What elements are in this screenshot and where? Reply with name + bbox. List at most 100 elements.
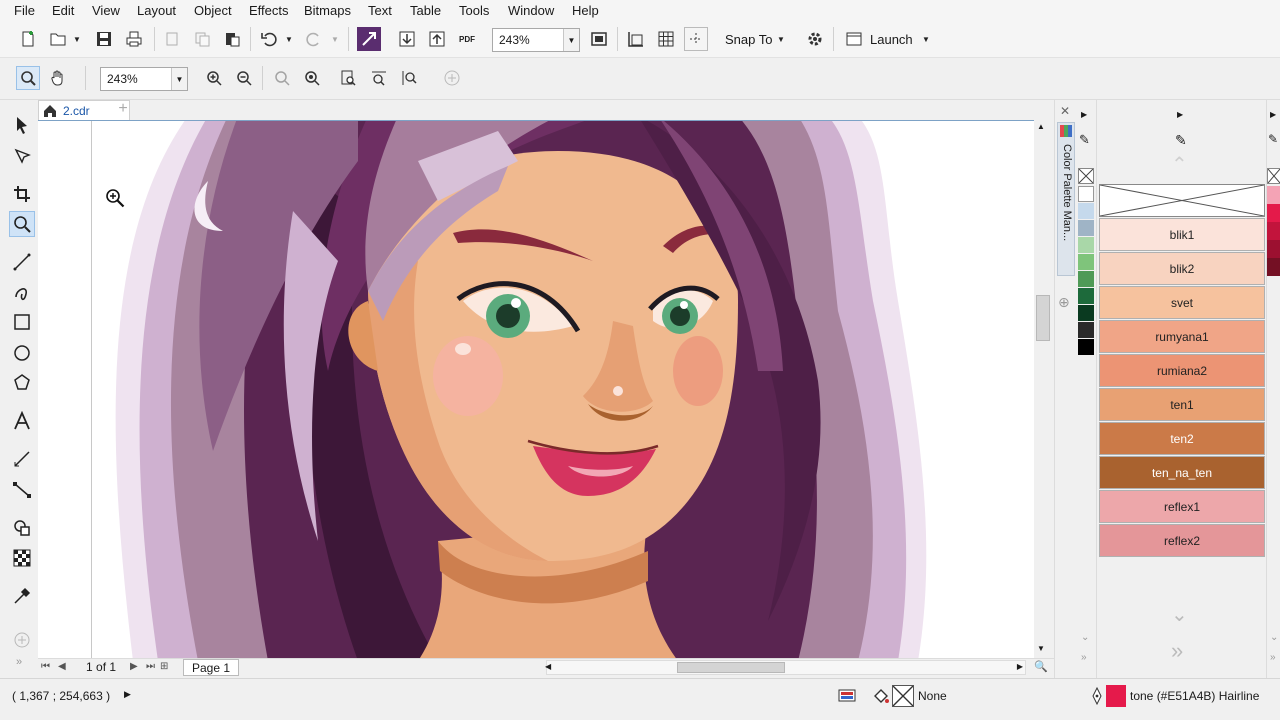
- strip-eyedropper-icon[interactable]: ✎: [1268, 132, 1278, 146]
- zoom-to-selected-button[interactable]: [270, 66, 294, 90]
- next-page-icon[interactable]: ▶: [130, 661, 138, 672]
- snap-to-dropdown-caret[interactable]: ▼: [776, 27, 786, 51]
- eyedropper-tool[interactable]: [9, 583, 35, 609]
- first-page-icon[interactable]: ⏮: [41, 661, 50, 672]
- launch-button[interactable]: Launch: [870, 32, 913, 47]
- scroll-down-arrow-icon[interactable]: ▼: [1037, 644, 1045, 653]
- ellipse-tool[interactable]: [9, 340, 35, 366]
- snap-to-button[interactable]: Snap To: [725, 32, 772, 47]
- rectangle-tool[interactable]: [9, 309, 35, 335]
- palette-scroll-down-icon[interactable]: ⌄: [1081, 632, 1089, 643]
- open-dropdown-caret[interactable]: ▼: [72, 27, 82, 51]
- palette-swatch[interactable]: ten2: [1099, 422, 1265, 455]
- zoom-tool[interactable]: [9, 211, 35, 237]
- menu-window[interactable]: Window: [508, 3, 554, 18]
- menu-help[interactable]: Help: [572, 3, 599, 18]
- freehand-tool[interactable]: [9, 249, 35, 275]
- mini-palette-swatch[interactable]: [1078, 305, 1094, 321]
- panel-scroll-up-icon[interactable]: ⌃: [1171, 155, 1188, 175]
- mini-palette-swatch[interactable]: [1078, 322, 1094, 338]
- scroll-right-arrow-icon[interactable]: ▶: [1017, 662, 1023, 671]
- zoom-levels-dropdown-caret[interactable]: ▼: [171, 68, 187, 90]
- palette-scroll-right-icon[interactable]: ▶: [1081, 110, 1087, 119]
- pick-tool[interactable]: [9, 112, 35, 138]
- vertical-scrollbar[interactable]: ▲ ▼: [1034, 120, 1052, 658]
- strip-swatch[interactable]: [1267, 186, 1280, 204]
- mini-palette-swatch[interactable]: [1078, 186, 1094, 202]
- previous-page-icon[interactable]: ◀: [58, 661, 66, 672]
- shape-tool[interactable]: [9, 143, 35, 169]
- navigator-zoom-icon[interactable]: 🔍: [1034, 660, 1050, 676]
- palette-expand-icon[interactable]: »: [1081, 652, 1087, 663]
- color-palette-manager-tab[interactable]: Color Palette Man...: [1057, 122, 1075, 276]
- drawing-canvas[interactable]: [38, 120, 1034, 658]
- palette-swatch[interactable]: ten_na_ten: [1099, 456, 1265, 489]
- pan-tool-button[interactable]: [46, 66, 70, 90]
- add-docker-plus-icon[interactable]: ⊕: [1058, 294, 1070, 311]
- palette-swatch[interactable]: reflex2: [1099, 524, 1265, 557]
- strip-swatch[interactable]: [1267, 222, 1280, 240]
- palette-swatch[interactable]: ten1: [1099, 388, 1265, 421]
- zoom-levels-combo[interactable]: 243% ▼: [100, 67, 188, 91]
- palette-eyedropper-icon[interactable]: ✎: [1079, 132, 1090, 148]
- zoom-to-all-objects-button[interactable]: [300, 66, 324, 90]
- strip-swatch[interactable]: [1267, 204, 1280, 222]
- menu-layout[interactable]: Layout: [137, 3, 176, 18]
- connector-tool[interactable]: [9, 477, 35, 503]
- mini-palette-swatch[interactable]: [1078, 254, 1094, 270]
- options-button[interactable]: [803, 27, 827, 51]
- menu-file[interactable]: File: [14, 3, 35, 18]
- palette-swatch[interactable]: rumyana1: [1099, 320, 1265, 353]
- status-flyout-arrow-icon[interactable]: ▶: [124, 689, 131, 700]
- outline-pen-icon[interactable]: [1090, 686, 1104, 706]
- new-document-button[interactable]: [16, 27, 40, 51]
- last-page-icon[interactable]: ⏭: [146, 661, 155, 672]
- search-content-button[interactable]: [357, 27, 381, 51]
- fill-none-swatch[interactable]: [892, 685, 914, 707]
- zoom-tool-button[interactable]: [16, 66, 40, 90]
- toolbox-expand-icon[interactable]: »: [16, 656, 22, 668]
- strip-swatch[interactable]: [1267, 240, 1280, 258]
- undo-dropdown-caret[interactable]: ▼: [284, 27, 294, 51]
- mini-palette-swatch[interactable]: [1078, 271, 1094, 287]
- menu-bitmaps[interactable]: Bitmaps: [304, 3, 351, 18]
- menu-text[interactable]: Text: [368, 3, 392, 18]
- no-fill-swatch[interactable]: [1099, 184, 1265, 217]
- zoom-level-combo[interactable]: 243% ▼: [492, 28, 580, 52]
- fill-bucket-icon[interactable]: [872, 687, 890, 705]
- mini-palette-swatch[interactable]: [1078, 339, 1094, 355]
- copy-button[interactable]: [190, 27, 214, 51]
- panel-expand-icon[interactable]: »: [1171, 638, 1183, 664]
- horizontal-scrollbar[interactable]: ◀ ▶: [545, 660, 1026, 675]
- menu-tools[interactable]: Tools: [459, 3, 489, 18]
- transparency-tool[interactable]: [9, 545, 35, 571]
- cut-button[interactable]: [160, 27, 184, 51]
- strip-swatch[interactable]: [1267, 258, 1280, 276]
- no-color-swatch[interactable]: [1078, 168, 1094, 184]
- mini-palette-swatch[interactable]: [1078, 220, 1094, 236]
- export-button[interactable]: [425, 27, 449, 51]
- strip-no-color-swatch[interactable]: [1267, 168, 1280, 184]
- show-grid-button[interactable]: [654, 27, 678, 51]
- menu-table[interactable]: Table: [410, 3, 441, 18]
- vertical-scroll-thumb[interactable]: [1036, 295, 1050, 341]
- redo-button[interactable]: [302, 27, 326, 51]
- page-tab[interactable]: Page 1: [183, 659, 240, 676]
- palette-swatch[interactable]: blik1: [1099, 218, 1265, 251]
- launch-icon-button[interactable]: [842, 27, 866, 51]
- palette-swatch[interactable]: reflex1: [1099, 490, 1265, 523]
- scroll-up-arrow-icon[interactable]: ▲: [1037, 122, 1045, 131]
- mini-palette-swatch[interactable]: [1078, 237, 1094, 253]
- menu-object[interactable]: Object: [194, 3, 232, 18]
- strip-flyout-arrow-icon[interactable]: ▶: [1270, 110, 1276, 119]
- redo-dropdown-caret[interactable]: ▼: [330, 27, 340, 51]
- artistic-media-tool[interactable]: [9, 279, 35, 305]
- palette-swatch[interactable]: svet: [1099, 286, 1265, 319]
- new-tab-plus-icon[interactable]: +: [114, 101, 132, 119]
- strip-scroll-down-icon[interactable]: ⌄: [1270, 632, 1278, 643]
- show-rulers-button[interactable]: [624, 27, 648, 51]
- polygon-tool[interactable]: [9, 370, 35, 396]
- interactive-fill-tool[interactable]: [9, 515, 35, 541]
- color-proof-icon[interactable]: [838, 687, 856, 705]
- publish-pdf-button[interactable]: PDF: [455, 27, 479, 51]
